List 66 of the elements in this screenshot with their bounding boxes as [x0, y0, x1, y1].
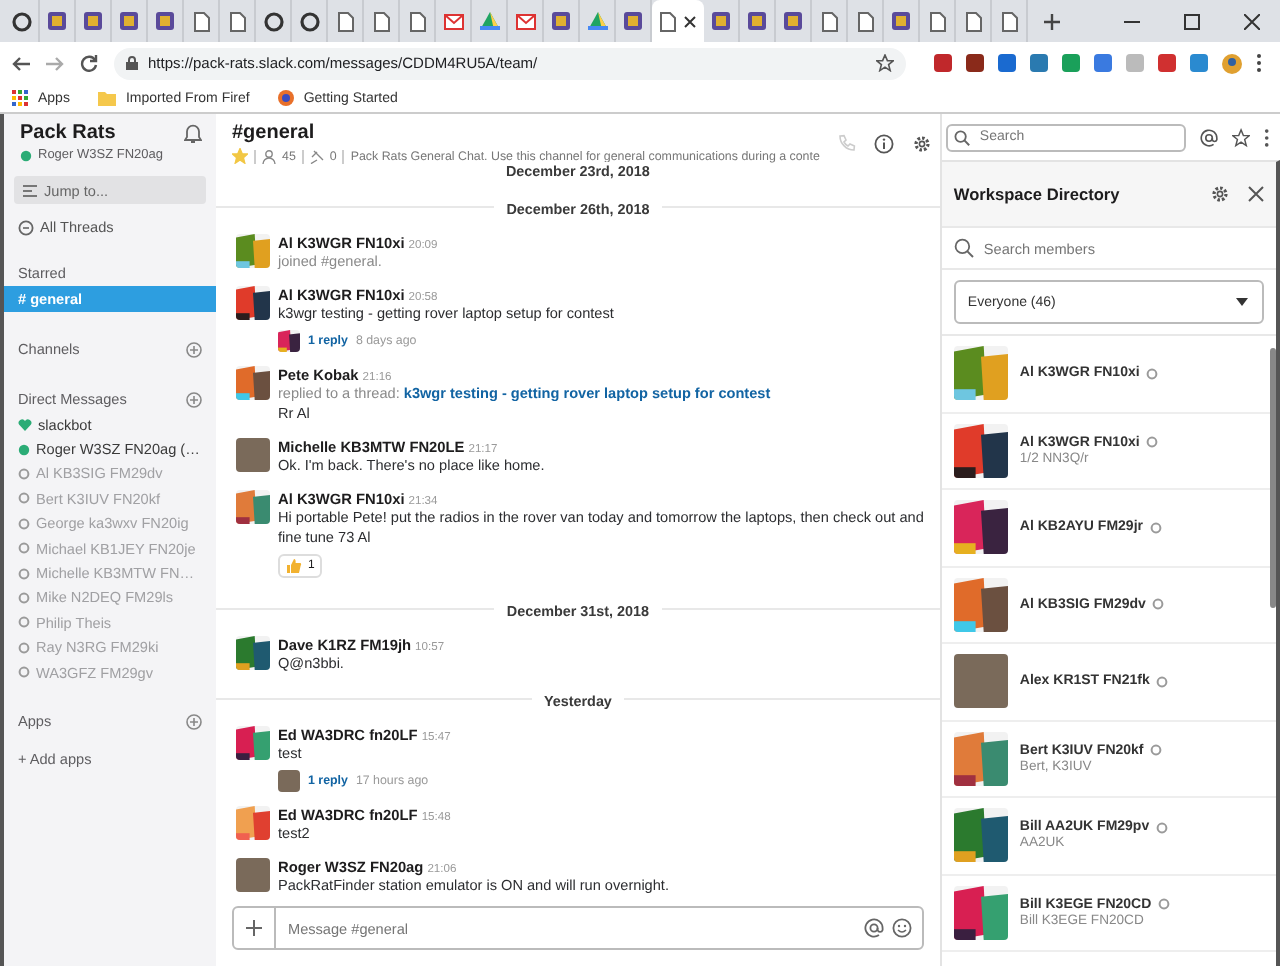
circle-icon — [263, 11, 283, 31]
page-icon — [660, 11, 676, 31]
add-circle-icon[interactable] — [186, 713, 202, 730]
avatar-icon[interactable] — [236, 286, 270, 320]
avatar-icon[interactable] — [236, 636, 270, 670]
close-icon[interactable] — [1244, 13, 1260, 29]
avatar-icon — [953, 731, 1008, 786]
mention-icon[interactable] — [1200, 127, 1219, 147]
mention-icon[interactable] — [863, 918, 884, 938]
app-icon — [624, 12, 642, 30]
back-icon[interactable] — [12, 55, 30, 71]
app-icon — [892, 12, 910, 30]
profile-icon[interactable] — [1222, 53, 1242, 73]
info-icon[interactable] — [873, 133, 894, 153]
more-icon[interactable] — [1256, 54, 1262, 72]
mail-icon — [443, 13, 463, 29]
reload-icon[interactable] — [80, 54, 98, 72]
add-circle-icon[interactable] — [186, 341, 202, 357]
new-tab-icon[interactable] — [1044, 13, 1060, 29]
avatar-icon — [953, 346, 1008, 401]
close-icon[interactable] — [1248, 186, 1264, 202]
star-icon[interactable] — [876, 54, 894, 72]
plus-icon — [246, 920, 262, 936]
lock-icon — [126, 56, 138, 70]
online-dot-icon — [20, 149, 32, 161]
star-icon[interactable] — [1232, 127, 1251, 147]
triangle-icon — [479, 12, 499, 30]
avatar-icon[interactable] — [236, 490, 270, 524]
search-icon — [953, 129, 970, 145]
photo-placeholder — [278, 770, 300, 792]
circle-icon — [11, 11, 31, 31]
emoji-icon[interactable] — [891, 918, 912, 938]
triangle-icon — [587, 12, 607, 30]
avatar-icon — [953, 885, 1008, 940]
folder-icon — [97, 90, 116, 106]
pin-icon — [309, 149, 324, 163]
channel-name: #general — [232, 122, 317, 144]
close-icon[interactable] — [684, 15, 696, 27]
photo-placeholder — [953, 654, 1008, 709]
circle-icon — [299, 11, 319, 31]
apps-grid-icon — [12, 90, 28, 106]
panel-title: Workspace Directory — [953, 184, 1122, 204]
maximize-icon[interactable] — [1184, 13, 1200, 29]
caret-icon — [1236, 298, 1248, 306]
reply-avatar-icon — [278, 330, 300, 352]
threads-icon — [18, 219, 34, 235]
settings-icon[interactable] — [1210, 184, 1230, 204]
bell-icon[interactable] — [184, 123, 202, 143]
more-icon[interactable] — [1264, 127, 1270, 147]
workspace-name[interactable]: Pack Rats — [20, 122, 116, 144]
avatar-icon[interactable] — [236, 366, 270, 400]
person-icon — [262, 149, 276, 163]
avatar-icon — [953, 500, 1008, 555]
app-icon — [552, 12, 570, 30]
mail-icon — [515, 13, 535, 29]
avatar-icon[interactable] — [236, 726, 270, 760]
add-circle-icon[interactable] — [186, 391, 202, 407]
switcher-icon — [22, 183, 38, 197]
avatar-icon — [953, 423, 1008, 478]
globe-icon — [277, 90, 294, 106]
search-icon — [953, 238, 974, 258]
avatar-icon — [953, 577, 1008, 632]
browser-tab[interactable] — [652, 0, 704, 42]
thumbs-up-icon — [286, 558, 302, 574]
avatar-icon — [953, 808, 1008, 863]
settings-icon[interactable] — [911, 133, 932, 153]
